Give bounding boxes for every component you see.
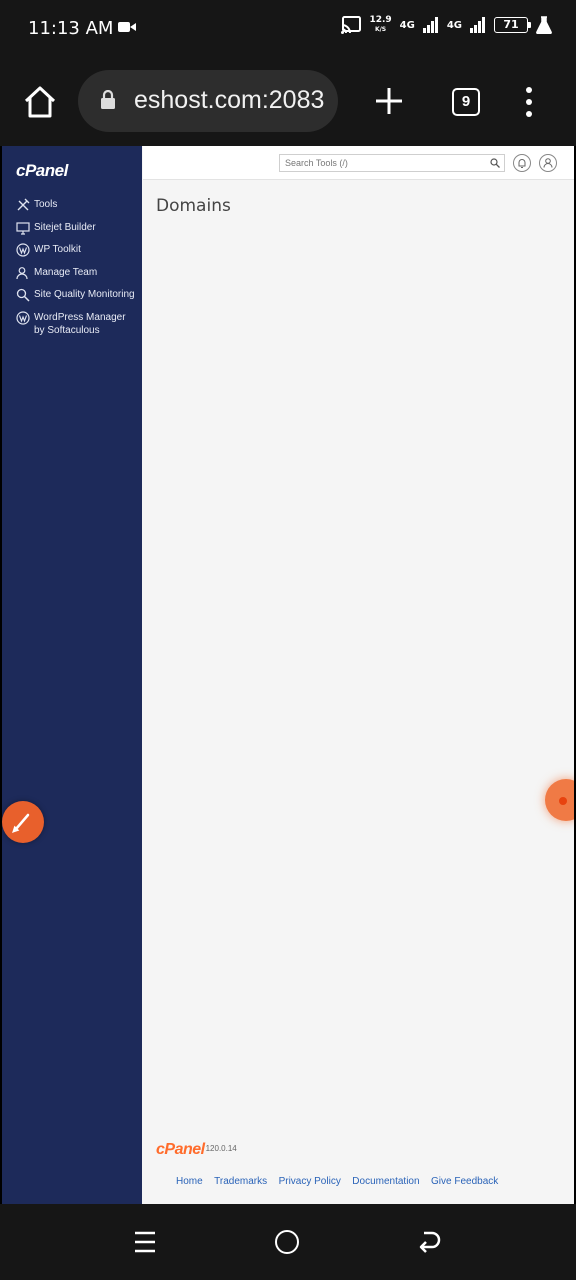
- tools-icon: [17, 198, 30, 211]
- footer-link-give-feedback[interactable]: Give Feedback: [431, 1176, 498, 1187]
- footer-cpanel-logo: cPanel: [156, 1141, 205, 1158]
- footer-link-home[interactable]: Home: [176, 1176, 203, 1187]
- sidebar-item-label: Sitejet Builder: [34, 221, 96, 233]
- cpanel-logo[interactable]: cPanel: [16, 161, 68, 181]
- recent-apps-icon[interactable]: [134, 1230, 156, 1254]
- status-time: 11:13 AM: [28, 18, 114, 39]
- bell-icon: [518, 159, 526, 168]
- page-title: Domains: [156, 196, 231, 216]
- monitor-icon: [16, 221, 30, 235]
- flask-icon: [536, 16, 552, 34]
- sidebar-item-wp-toolkit[interactable]: WP Toolkit: [2, 243, 142, 257]
- sidebar-item-sitejet-builder[interactable]: Sitejet Builder: [2, 221, 142, 235]
- speed-value: 12.9: [369, 15, 392, 25]
- sidebar-item-tools[interactable]: Tools: [2, 198, 142, 212]
- footer-version: 120.0.14: [205, 1144, 237, 1153]
- signal-icon: [422, 17, 438, 33]
- footer-link-documentation[interactable]: Documentation: [352, 1176, 419, 1187]
- home-icon[interactable]: [275, 1230, 299, 1254]
- wordpress-icon: [16, 243, 30, 257]
- sidebar-item-wordpress-manager[interactable]: WordPress Manager by Softaculous: [2, 310, 142, 338]
- sidebar-nav: Tools Sitejet Builder WP Toolkit Manage …: [2, 198, 142, 347]
- status-icons: 12.9 K/S 4G 4G 71: [341, 16, 552, 34]
- cpanel-sidebar: cPanel Tools Sitejet Builder WP Toolkit …: [2, 146, 142, 1204]
- sidebar-item-label: WordPress Manager by Softaculous: [34, 311, 126, 337]
- sidebar-item-label: WP Toolkit: [34, 244, 81, 255]
- floating-edit-button[interactable]: [2, 801, 44, 843]
- user-icon: [543, 158, 553, 168]
- search-placeholder: Search Tools (/): [285, 158, 348, 168]
- url-text: eshost.com:2083: [134, 86, 325, 114]
- web-page: cPanel Tools Sitejet Builder WP Toolkit …: [2, 146, 574, 1204]
- cpanel-footer: cPanel120.0.14 Home Trademarks Privacy P…: [156, 1141, 498, 1187]
- search-quality-icon: [16, 288, 30, 302]
- search-icon: [490, 158, 500, 168]
- brush-icon: [12, 813, 30, 833]
- sidebar-item-label: Manage Team: [34, 266, 98, 278]
- browser-toolbar: eshost.com:2083 9: [0, 58, 576, 146]
- tab-switcher-button[interactable]: 9: [452, 88, 480, 116]
- sidebar-item-label: Tools: [34, 199, 58, 210]
- sidebar-item-label: Site Quality Monitoring: [34, 289, 135, 300]
- speed-unit: K/S: [374, 26, 387, 33]
- status-bar: 11:13 AM 12.9 K/S 4G 4G 71: [0, 0, 576, 58]
- network-speed: 12.9 K/S: [369, 16, 391, 34]
- back-icon[interactable]: [418, 1230, 442, 1254]
- wordpress-icon: [16, 310, 30, 325]
- floating-chat-bubble[interactable]: [545, 779, 574, 821]
- battery-icon: 71: [494, 17, 531, 33]
- notifications-button[interactable]: [513, 154, 531, 172]
- system-navigation-bar: [0, 1204, 576, 1280]
- address-bar[interactable]: eshost.com:2083: [78, 70, 338, 132]
- more-options-icon[interactable]: [520, 86, 538, 118]
- network-type-2: 4G: [446, 19, 462, 31]
- cast-icon: [341, 16, 362, 34]
- footer-links: Home Trademarks Privacy Policy Documenta…: [176, 1171, 505, 1189]
- sidebar-item-site-quality-monitoring[interactable]: Site Quality Monitoring: [2, 288, 142, 302]
- network-type-1: 4G: [399, 19, 415, 31]
- search-tools-input[interactable]: Search Tools (/): [279, 154, 505, 172]
- new-tab-icon[interactable]: [372, 84, 406, 118]
- team-icon: [16, 266, 28, 279]
- cpanel-topbar: Search Tools (/): [143, 146, 574, 180]
- lock-icon: [101, 90, 115, 109]
- video-camera-icon: [118, 22, 136, 32]
- home-icon[interactable]: [22, 84, 58, 120]
- footer-link-trademarks[interactable]: Trademarks: [214, 1176, 267, 1187]
- sidebar-item-manage-team[interactable]: Manage Team: [2, 266, 142, 280]
- user-menu-button[interactable]: [539, 154, 557, 172]
- footer-link-privacy-policy[interactable]: Privacy Policy: [279, 1176, 341, 1187]
- signal-icon: [470, 17, 485, 33]
